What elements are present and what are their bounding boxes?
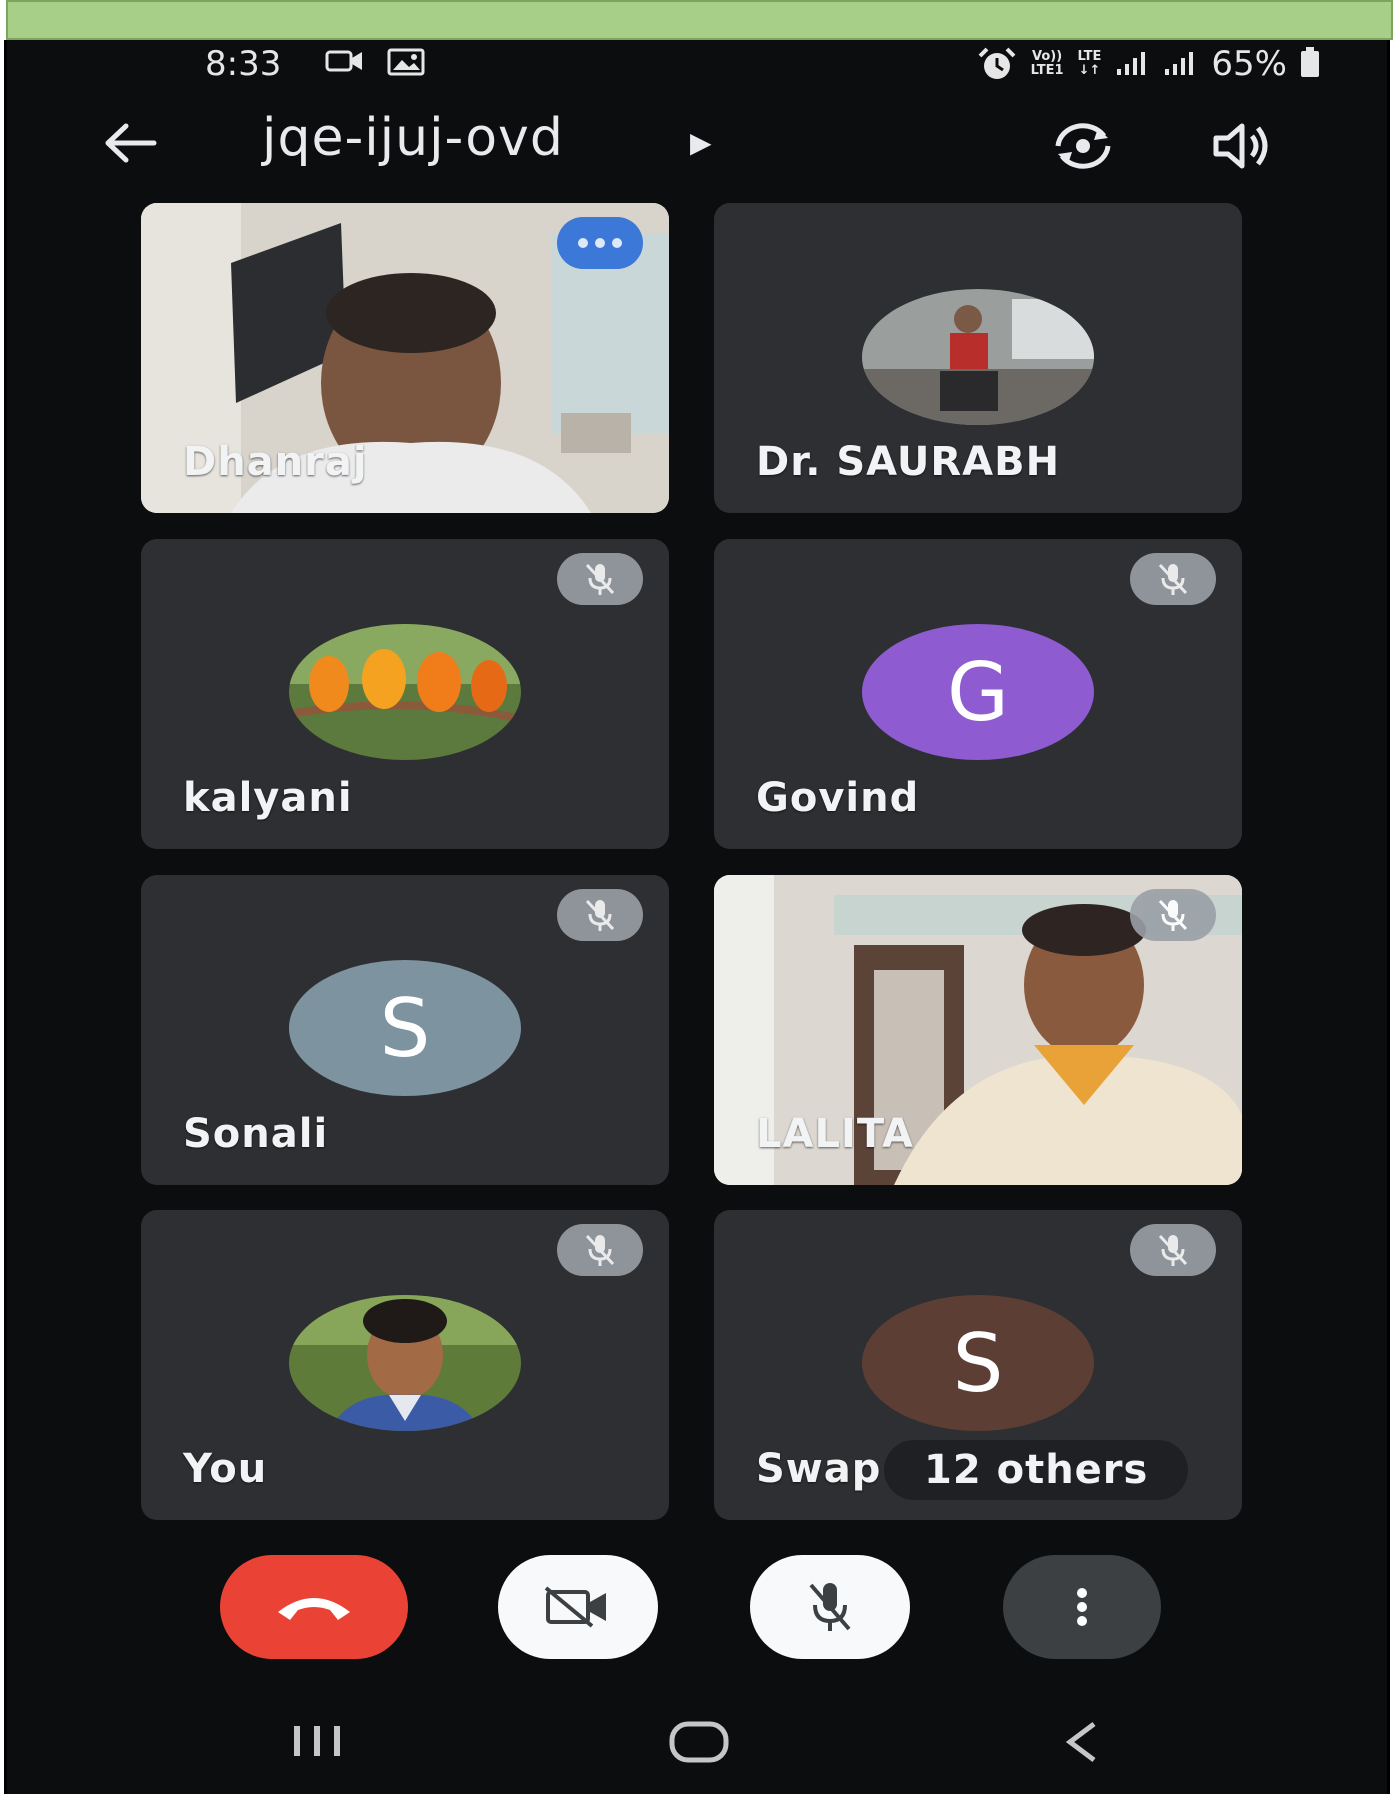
back-arrow-icon[interactable] xyxy=(100,118,160,168)
more-options-badge[interactable] xyxy=(557,217,643,269)
dot-icon xyxy=(595,238,605,248)
participant-avatar-initial: G xyxy=(862,624,1094,760)
signal-icon-1 xyxy=(1117,52,1146,75)
participant-tile-swap[interactable]: S Swap 12 others xyxy=(714,1210,1242,1520)
lte-top-text: LTE xyxy=(1077,49,1102,64)
nav-back-icon[interactable] xyxy=(1062,1720,1102,1764)
mic-off-icon xyxy=(1158,1234,1188,1266)
participant-avatar-initial: S xyxy=(862,1295,1094,1431)
avatar-photo xyxy=(289,624,521,760)
dot-icon xyxy=(612,238,622,248)
speaker-icon[interactable] xyxy=(1210,120,1274,172)
lte-bottom-text: ↓↑ xyxy=(1078,63,1101,78)
status-right-group: Vo)) LTE1 LTE ↓↑ 65% xyxy=(977,44,1319,84)
mic-off-icon xyxy=(1158,563,1188,595)
image-status-icon xyxy=(387,48,425,76)
alarm-icon xyxy=(978,47,1016,79)
camera-off-icon xyxy=(544,1586,606,1628)
recent-apps-icon[interactable] xyxy=(290,1720,346,1760)
status-left-icons xyxy=(325,48,427,88)
muted-mic-badge xyxy=(1130,1224,1216,1276)
participant-name: Govind xyxy=(756,775,920,821)
participant-avatar-photo xyxy=(289,624,521,760)
end-call-icon xyxy=(278,1598,350,1620)
participant-tile-dhanraj[interactable]: Dhanraj xyxy=(141,203,669,513)
participant-tile-you[interactable]: You xyxy=(141,1210,669,1520)
participant-tile-lalita[interactable]: LALITA xyxy=(714,875,1242,1185)
participant-tile-sonali[interactable]: S Sonali xyxy=(141,875,669,1185)
mic-off-icon xyxy=(585,899,615,931)
participant-name: Sonali xyxy=(183,1111,329,1157)
participant-tile-saurabh[interactable]: Dr. SAURABH xyxy=(714,203,1242,513)
camera-toggle-button[interactable] xyxy=(498,1555,658,1659)
mic-off-icon xyxy=(585,1234,615,1266)
battery-icon xyxy=(1301,47,1319,77)
more-options-button[interactable] xyxy=(1003,1555,1161,1659)
mic-off-icon xyxy=(809,1583,851,1631)
mic-off-icon xyxy=(585,563,615,595)
top-border-strip xyxy=(6,0,1393,40)
switch-camera-icon[interactable] xyxy=(1048,118,1118,174)
battery-percent: 65% xyxy=(1211,44,1287,84)
participant-avatar-photo xyxy=(862,289,1094,425)
participant-avatar-initial: S xyxy=(289,960,521,1096)
muted-mic-badge xyxy=(557,553,643,605)
participant-name: Dr. SAURABH xyxy=(756,439,1061,485)
signal-icon-2 xyxy=(1165,52,1194,75)
volte-bottom-text: LTE1 xyxy=(1030,63,1064,78)
participant-name: Swap xyxy=(756,1446,882,1492)
video-status-icon xyxy=(325,50,362,72)
avatar-photo xyxy=(289,1295,521,1431)
participant-name: You xyxy=(183,1446,268,1492)
avatar-photo xyxy=(862,289,1094,425)
more-vert-icon xyxy=(1077,1588,1087,1626)
others-count-chip[interactable]: 12 others xyxy=(884,1440,1189,1500)
participant-tile-kalyani[interactable]: kalyani xyxy=(141,539,669,849)
meeting-code[interactable]: jqe-ijuj-ovd xyxy=(262,108,564,168)
participant-tile-govind[interactable]: G Govind xyxy=(714,539,1242,849)
lte-indicator: LTE ↓↑ xyxy=(1078,50,1102,78)
muted-mic-badge xyxy=(557,889,643,941)
participant-name: LALITA xyxy=(756,1111,914,1157)
end-call-button[interactable] xyxy=(220,1555,408,1659)
muted-mic-badge xyxy=(1130,889,1216,941)
status-time: 8:33 xyxy=(205,44,282,84)
volte-top-text: Vo)) xyxy=(1031,49,1063,64)
participant-name: Dhanraj xyxy=(183,439,368,485)
mic-off-icon xyxy=(1158,899,1188,931)
meeting-info-arrow-icon[interactable]: ▶ xyxy=(690,126,712,159)
volte-indicator: Vo)) LTE1 xyxy=(1031,50,1064,78)
participant-name: kalyani xyxy=(183,775,353,821)
participant-avatar-photo xyxy=(289,1295,521,1431)
muted-mic-badge xyxy=(1130,553,1216,605)
microphone-toggle-button[interactable] xyxy=(750,1555,910,1659)
muted-mic-badge xyxy=(557,1224,643,1276)
dot-icon xyxy=(578,238,588,248)
home-icon[interactable] xyxy=(668,1720,730,1764)
